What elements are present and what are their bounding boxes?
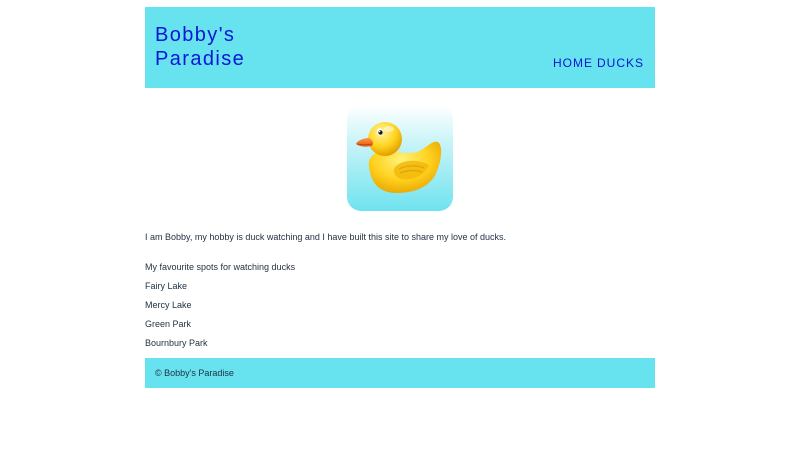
nav-home-link[interactable]: HOME xyxy=(553,56,593,70)
footer-copyright: © Bobby's Paradise xyxy=(155,368,234,378)
spot-item: Mercy Lake xyxy=(145,300,192,310)
site-title: Bobby's Paradise xyxy=(155,23,245,71)
spot-item: Bournbury Park xyxy=(145,338,208,348)
site-footer: © Bobby's Paradise xyxy=(145,358,655,388)
spots-heading: My favourite spots for watching ducks xyxy=(145,262,296,272)
intro-text: I am Bobby, my hobby is duck watching an… xyxy=(145,232,507,242)
nav-ducks-link[interactable]: DUCKS xyxy=(597,56,644,70)
site-title-line2: Paradise xyxy=(155,48,246,70)
spot-item: Fairy Lake xyxy=(145,281,188,291)
main-nav: HOME DUCKS xyxy=(553,56,644,70)
page: Bobby's Paradise HOME DUCKS xyxy=(145,7,655,88)
rubber-duck-icon xyxy=(347,105,453,211)
spot-item: Green Park xyxy=(145,319,192,329)
site-title-line1: Bobby's xyxy=(155,24,236,46)
site-header: Bobby's Paradise HOME DUCKS xyxy=(145,7,655,88)
